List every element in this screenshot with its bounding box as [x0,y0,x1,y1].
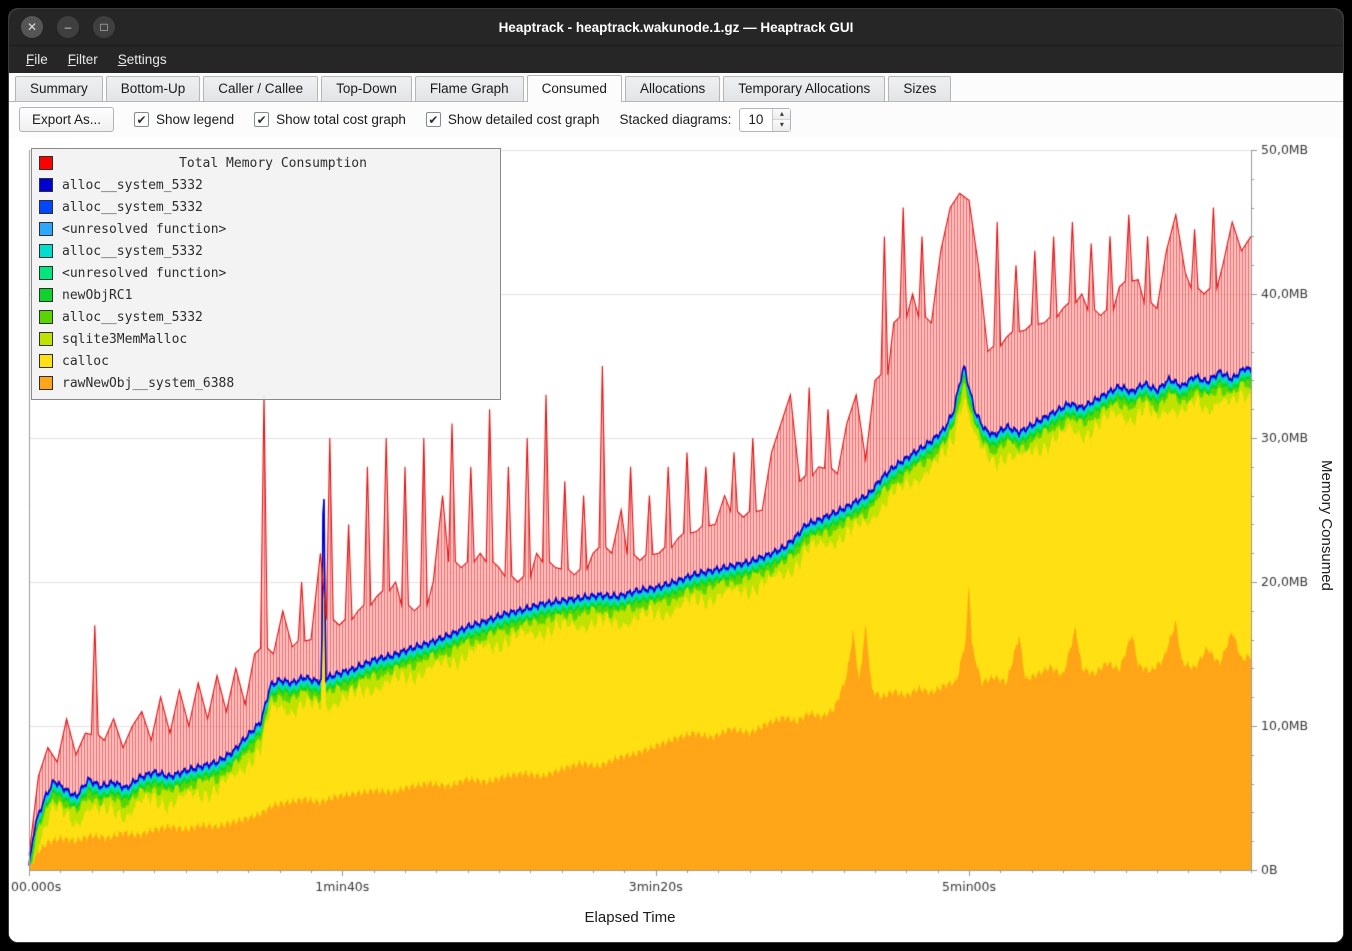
legend-item: rawNewObj__system_6388 [39,372,493,394]
stacked-diagrams-label: Stacked diagrams: [620,112,732,127]
chart-area: Total Memory Consumption alloc__system_5… [9,138,1343,942]
window-title: Heaptrack - heaptrack.wakunode.1.gz — He… [9,20,1343,35]
tab-bottom-up[interactable]: Bottom-Up [106,76,201,101]
legend-label: newObjRC1 [62,288,132,303]
legend-swatch [39,354,53,368]
checkbox-show-detailed-cost-graph[interactable]: ✔ [426,112,441,127]
legend-label: <unresolved function> [62,266,226,281]
checkbox-label: Show legend [156,112,234,127]
legend-label: calloc [62,354,109,369]
tab-sizes[interactable]: Sizes [888,76,951,101]
minimize-button[interactable]: – [57,16,79,38]
tab-flame-graph[interactable]: Flame Graph [415,76,524,101]
maximize-icon: □ [100,21,107,33]
legend-title: Total Memory Consumption [53,156,493,171]
legend-swatch [39,266,53,280]
legend-label: alloc__system_5332 [62,310,203,325]
legend-item: <unresolved function> [39,218,493,240]
legend-swatch [39,244,53,258]
legend-swatch [39,310,53,324]
tab-bar: SummaryBottom-UpCaller / CalleeTop-DownF… [9,73,1343,102]
menubar: File Filter Settings [9,45,1343,73]
checkbox-show-legend[interactable]: ✔ [134,112,149,127]
legend-item: sqlite3MemMalloc [39,328,493,350]
maximize-button[interactable]: □ [93,16,115,38]
legend-swatch [39,222,53,236]
menu-settings[interactable]: Settings [109,49,176,70]
legend-swatch [39,200,53,214]
legend-swatch [39,332,53,346]
legend-item: alloc__system_5332 [39,174,493,196]
toggle-show-detailed-cost-graph[interactable]: ✔ Show detailed cost graph [426,112,600,127]
toggle-show-legend[interactable]: ✔ Show legend [134,112,234,127]
spinbox-buttons: ▴ ▾ [772,109,790,131]
tab-top-down[interactable]: Top-Down [321,76,412,101]
minimize-icon: – [65,21,72,33]
tab-summary[interactable]: Summary [15,76,103,101]
legend-title-row: Total Memory Consumption [39,152,493,174]
legend-item: calloc [39,350,493,372]
legend-swatch [39,178,53,192]
checkbox-label: Show total cost graph [276,112,406,127]
tab-consumed[interactable]: Consumed [527,75,622,102]
close-icon: ✕ [27,21,37,33]
heaptrack-window: ✕ – □ Heaptrack - heaptrack.wakunode.1.g… [8,8,1344,943]
legend-item: <unresolved function> [39,262,493,284]
legend-swatch [39,288,53,302]
legend-item: alloc__system_5332 [39,196,493,218]
stacked-diagrams-group: Stacked diagrams: 10 ▴ ▾ [620,108,792,132]
legend-title-swatch [39,156,53,170]
legend-swatch [39,376,53,390]
legend-label: alloc__system_5332 [62,200,203,215]
legend-item: alloc__system_5332 [39,306,493,328]
legend-label: sqlite3MemMalloc [62,332,187,347]
chart-legend: Total Memory Consumption alloc__system_5… [31,148,501,400]
legend-label: <unresolved function> [62,222,226,237]
spinbox-down-icon[interactable]: ▾ [773,120,790,131]
spinbox-up-icon[interactable]: ▴ [773,109,790,121]
tab-temporary-allocations[interactable]: Temporary Allocations [723,76,885,101]
legend-label: alloc__system_5332 [62,178,203,193]
y-axis-title: Memory Consumed [1318,460,1335,591]
tab-allocations[interactable]: Allocations [625,76,720,101]
legend-item: alloc__system_5332 [39,240,493,262]
toggle-show-total-cost-graph[interactable]: ✔ Show total cost graph [254,112,406,127]
toolbar: Export As... ✔ Show legend ✔ Show total cos… [9,102,1343,138]
toolbar-checkboxes: ✔ Show legend ✔ Show total cost graph ✔ Show … [134,112,600,127]
menu-filter[interactable]: Filter [59,49,107,70]
menu-file[interactable]: File [17,49,57,70]
titlebar[interactable]: ✕ – □ Heaptrack - heaptrack.wakunode.1.g… [9,9,1343,45]
checkbox-label: Show detailed cost graph [448,112,600,127]
window-controls: ✕ – □ [21,16,115,38]
checkbox-show-total-cost-graph[interactable]: ✔ [254,112,269,127]
stacked-diagrams-spinbox[interactable]: 10 ▴ ▾ [739,108,791,132]
export-as-button[interactable]: Export As... [19,107,114,132]
legend-item: newObjRC1 [39,284,493,306]
legend-label: alloc__system_5332 [62,244,203,259]
x-axis-title: Elapsed Time [9,909,1251,926]
tab-caller-callee[interactable]: Caller / Callee [203,76,318,101]
stacked-diagrams-value: 10 [740,109,772,131]
legend-label: rawNewObj__system_6388 [62,376,234,391]
close-button[interactable]: ✕ [21,16,43,38]
